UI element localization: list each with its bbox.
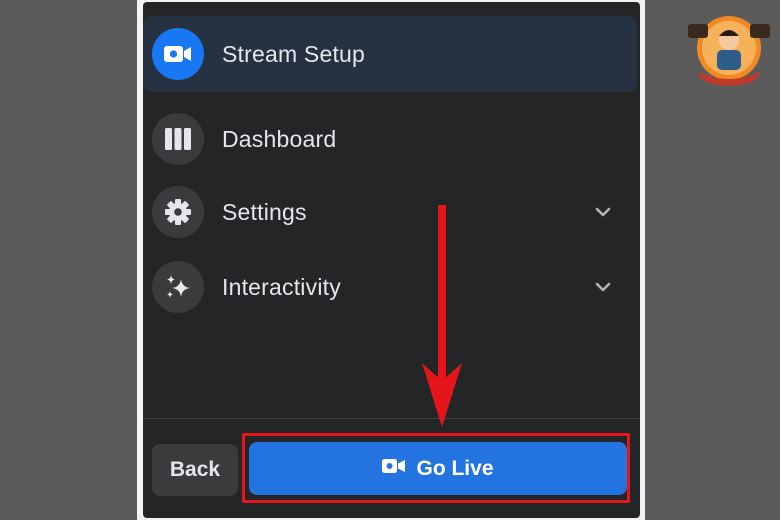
columns-icon	[152, 113, 204, 165]
studio-mascot-logo	[688, 16, 770, 86]
gear-icon	[152, 186, 204, 238]
screenshot-stage: Stream Setup Dashboard Settings Interact…	[0, 0, 780, 520]
nav-item-dashboard[interactable]: Dashboard	[143, 102, 640, 176]
nav-item-interactivity[interactable]: Interactivity	[143, 250, 640, 324]
nav-item-label: Dashboard	[222, 125, 337, 152]
nav-item-settings[interactable]: Settings	[143, 175, 640, 249]
nav-item-stream-setup[interactable]: Stream Setup	[143, 16, 637, 92]
nav-item-label: Stream Setup	[222, 40, 366, 67]
chevron-down-icon[interactable]	[594, 278, 612, 296]
nav-item-label: Interactivity	[222, 273, 341, 300]
chevron-down-icon[interactable]	[594, 203, 612, 221]
go-live-highlight-box	[242, 433, 630, 503]
footer-divider	[143, 418, 640, 419]
back-button[interactable]: Back	[152, 444, 238, 496]
nav-item-label: Settings	[222, 198, 307, 225]
sparkles-icon	[152, 261, 204, 313]
video-camera-icon	[152, 28, 204, 80]
down-arrow-icon	[422, 205, 462, 427]
